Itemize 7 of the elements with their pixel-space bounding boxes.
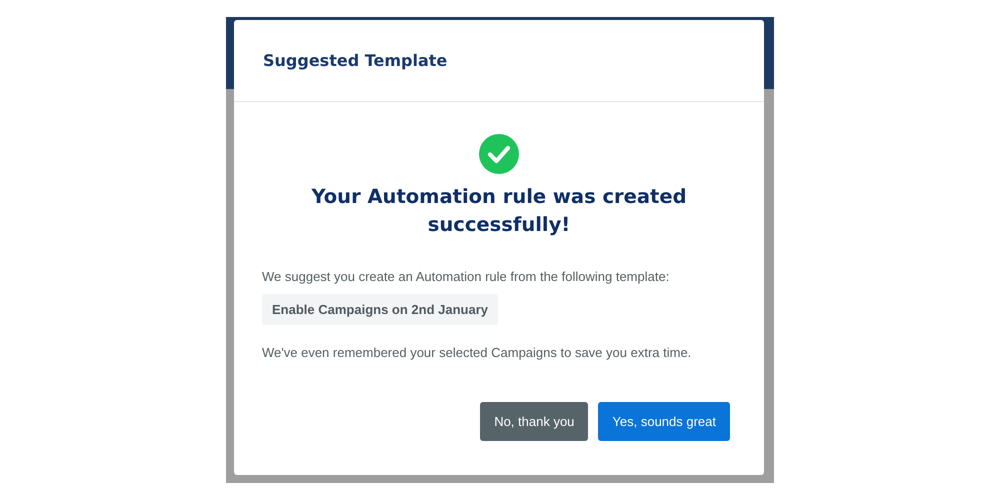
confirm-button[interactable]: Yes, sounds great bbox=[598, 402, 730, 441]
dialog-title: Suggested Template bbox=[263, 51, 448, 70]
success-heading: Your Automation rule was created successfully! bbox=[310, 184, 688, 238]
template-name: Enable Campaigns on 2nd January bbox=[262, 294, 498, 325]
suggestion-text: We suggest you create an Automation rule from the following template: bbox=[262, 269, 670, 284]
note-text: We've even remembered your selected Campaigns to save you extra time. bbox=[262, 345, 692, 360]
decline-button[interactable]: No, thank you bbox=[480, 402, 588, 441]
